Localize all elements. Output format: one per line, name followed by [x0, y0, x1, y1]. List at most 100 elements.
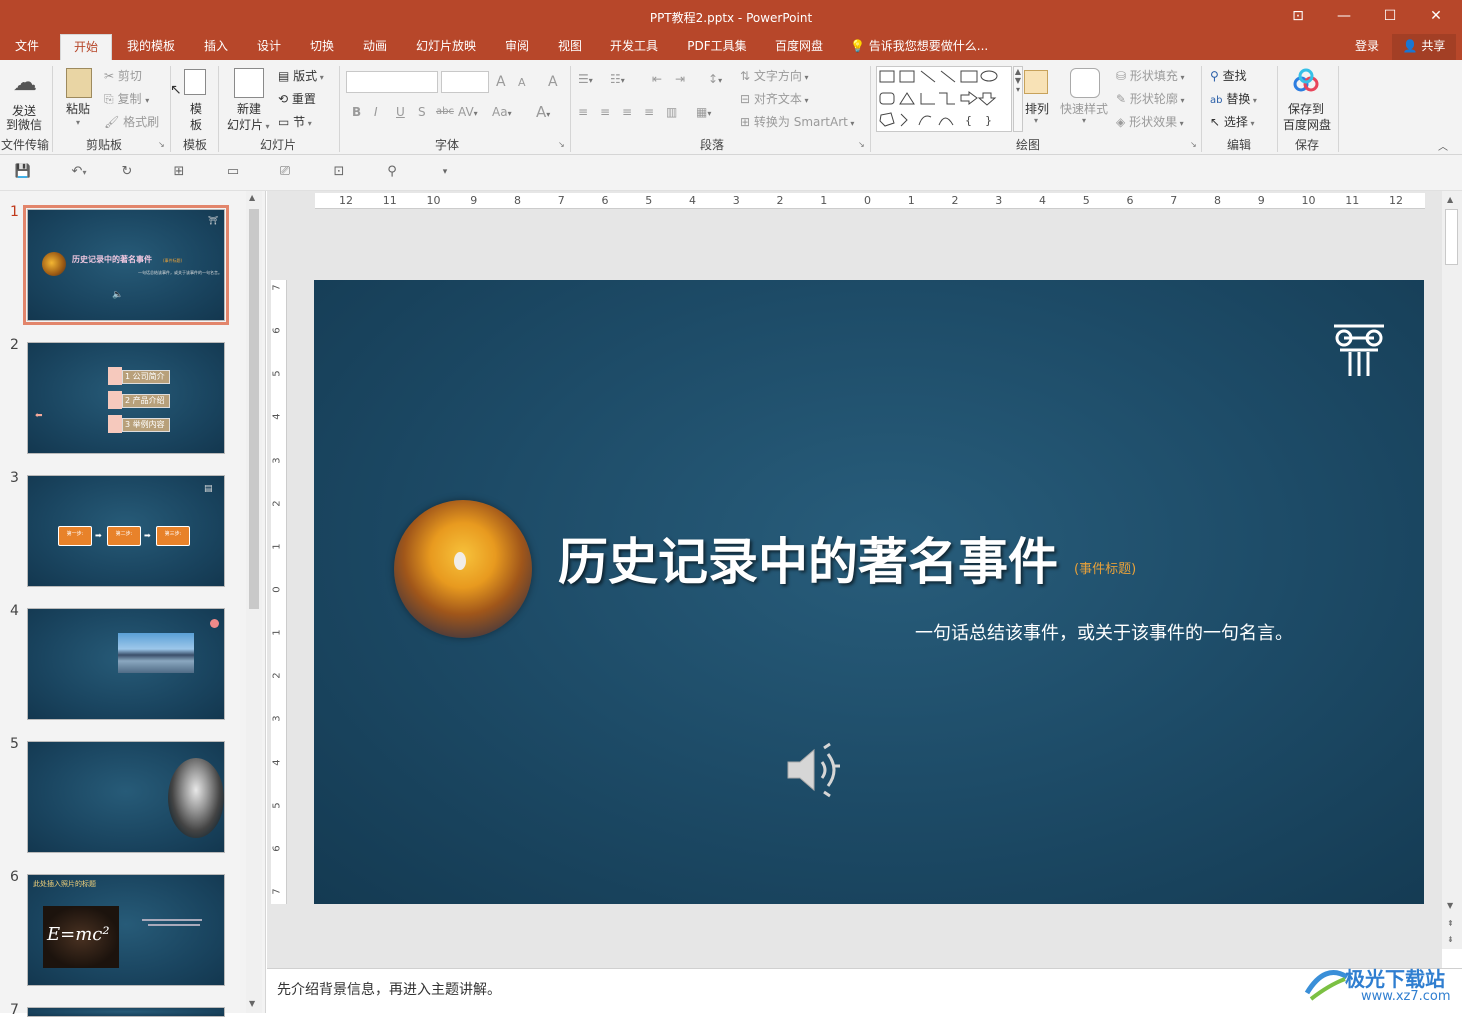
- replace-button[interactable]: ab 替换 ▾: [1210, 90, 1257, 107]
- template-button-1[interactable]: 模: [190, 100, 202, 117]
- slide-canvas[interactable]: 历史记录中的著名事件 (事件标题) 一句话总结该事件，或关于该事件的一句名言。: [314, 280, 1424, 904]
- line-spacing-button[interactable]: ↕▾: [708, 72, 722, 86]
- redo-icon[interactable]: ↻: [118, 164, 136, 180]
- present-from-start-icon[interactable]: ⎚: [276, 164, 294, 180]
- distribute-button[interactable]: ▥: [666, 105, 677, 119]
- italic-button[interactable]: I: [374, 105, 378, 119]
- reset-button[interactable]: ⟲ 重置: [278, 90, 316, 107]
- slide-thumbnail-5[interactable]: [27, 741, 225, 853]
- clipboard-launcher-icon[interactable]: ↘: [158, 140, 165, 149]
- slide-thumbnail-3[interactable]: 第一步: ➡ 第二步: ➡ 第三步: ▤: [27, 475, 225, 587]
- quick-styles-icon[interactable]: [1070, 68, 1100, 98]
- strikethrough-button[interactable]: abc: [436, 106, 454, 117]
- paste-icon[interactable]: [66, 68, 92, 98]
- scroll-thumb[interactable]: [249, 209, 259, 609]
- new-slide-icon[interactable]: [234, 68, 264, 98]
- char-spacing-button[interactable]: AV▾: [458, 105, 478, 119]
- text-direction-button[interactable]: ⇅ 文字方向 ▾: [740, 67, 808, 84]
- paste-dropdown-icon[interactable]: ▾: [76, 118, 80, 127]
- quick-styles-button[interactable]: 快速样式: [1060, 100, 1108, 117]
- paragraph-launcher-icon[interactable]: ↘: [858, 140, 865, 149]
- arrange-button[interactable]: 排列: [1025, 100, 1049, 117]
- slide-thumbnail-6[interactable]: 此处插入照片的标题 E=mc²: [27, 874, 225, 986]
- tab-home[interactable]: 开始: [60, 34, 112, 60]
- bullets-button[interactable]: ☰▾: [578, 72, 593, 86]
- shapes-gallery[interactable]: {}: [876, 66, 1012, 132]
- change-case-button[interactable]: Aa▾: [492, 105, 512, 119]
- customize-qat-icon[interactable]: ▾: [436, 164, 454, 180]
- underline-button[interactable]: U: [396, 105, 405, 119]
- shape-fill-button[interactable]: ⛁ 形状填充 ▾: [1116, 67, 1184, 84]
- notes-pane[interactable]: 先介绍背景信息，再进入主题讲解。 极光下载站 www.xz7.com: [267, 967, 1462, 1013]
- notes-text[interactable]: 先介绍背景信息，再进入主题讲解。: [277, 979, 501, 999]
- slide-title-tag[interactable]: (事件标题): [1074, 558, 1136, 577]
- tab-developer[interactable]: 开发工具: [601, 34, 667, 60]
- align-center-button[interactable]: ≡: [600, 105, 610, 119]
- columns-button[interactable]: ▦▾: [696, 105, 711, 119]
- tab-insert[interactable]: 插入: [194, 34, 238, 60]
- slide-subtitle[interactable]: 一句话总结该事件，或关于该事件的一句名言。: [915, 619, 1293, 645]
- slide-thumbnail-2[interactable]: 1 公司简介 2 产品介绍 3 举例内容 ⬅: [27, 342, 225, 454]
- new-slide-qat-icon[interactable]: ⊞: [170, 164, 188, 180]
- align-right-button[interactable]: ≡: [622, 105, 632, 119]
- scroll-down-icon[interactable]: ▼: [1447, 901, 1453, 910]
- wechat-send-icon[interactable]: ☁: [8, 68, 42, 102]
- save-to-netdisk-label-1[interactable]: 保存到: [1288, 100, 1324, 117]
- scroll-up-icon[interactable]: ▲: [249, 193, 255, 202]
- tab-transitions[interactable]: 切换: [300, 34, 344, 60]
- editor-scrollbar[interactable]: ▲ ▼ ⇞ ⇟: [1442, 191, 1462, 949]
- new-slide-label-2[interactable]: 幻灯片 ▾: [227, 116, 270, 133]
- clear-format-button[interactable]: A: [548, 74, 558, 90]
- quick-styles-dropdown-icon[interactable]: ▾: [1082, 116, 1086, 125]
- maximize-button[interactable]: ☐: [1367, 0, 1413, 34]
- slide-title[interactable]: 历史记录中的著名事件: [558, 522, 1058, 594]
- copy-button[interactable]: ⎘ 复制 ▾: [104, 90, 149, 107]
- cut-button[interactable]: ✂ 剪切: [104, 67, 142, 84]
- format-painter-button[interactable]: 🖌 格式刷: [104, 113, 159, 130]
- tab-review[interactable]: 审阅: [495, 34, 539, 60]
- shape-effects-button[interactable]: ◈ 形状效果 ▾: [1116, 113, 1184, 130]
- slide-thumbnail-7[interactable]: [27, 1007, 225, 1017]
- align-text-button[interactable]: ⊟ 对齐文本 ▾: [740, 90, 808, 107]
- drawing-launcher-icon[interactable]: ↘: [1190, 140, 1197, 149]
- minimize-button[interactable]: —: [1321, 0, 1367, 34]
- slide-thumbnail-4[interactable]: [27, 608, 225, 720]
- tab-slideshow[interactable]: 幻灯片放映: [408, 34, 484, 60]
- save-icon[interactable]: 💾: [14, 164, 32, 180]
- tab-my-templates[interactable]: 我的模板: [118, 34, 184, 60]
- textbox-icon[interactable]: ▭: [224, 164, 242, 180]
- template-icon[interactable]: [184, 69, 206, 95]
- align-left-button[interactable]: ≡: [578, 105, 588, 119]
- shadow-button[interactable]: S: [418, 105, 426, 119]
- font-launcher-icon[interactable]: ↘: [558, 140, 565, 149]
- slideshow-icon[interactable]: ⊡: [330, 164, 348, 180]
- bold-button[interactable]: B: [352, 105, 361, 119]
- send-label-2[interactable]: 到微信: [6, 116, 42, 133]
- previous-slide-icon[interactable]: ⇞: [1447, 919, 1454, 928]
- close-button[interactable]: ✕: [1413, 0, 1459, 34]
- shapes-gallery-scroll[interactable]: ▲ ▼ ▾: [1013, 66, 1023, 132]
- tab-view[interactable]: 视图: [548, 34, 592, 60]
- thumbnail-scrollbar[interactable]: ▲ ▼: [246, 191, 262, 1013]
- collapse-ribbon-icon[interactable]: ︿: [1438, 138, 1448, 153]
- slide-thumbnail-1[interactable]: 历史记录中的著名事件 (事件标题) 一句话总结该事件，或关于该事件的一句名言。 …: [23, 205, 229, 325]
- leaf-photo[interactable]: [394, 500, 532, 638]
- shrink-font-button[interactable]: A: [518, 76, 526, 89]
- layout-button[interactable]: ▤ 版式 ▾: [278, 67, 324, 84]
- arrange-icon[interactable]: [1024, 70, 1048, 94]
- numbering-button[interactable]: ☷▾: [610, 72, 625, 86]
- template-button-2[interactable]: 板: [190, 116, 202, 133]
- share-button[interactable]: 👤 共享: [1392, 34, 1456, 60]
- login-link[interactable]: 登录: [1349, 34, 1385, 60]
- section-button[interactable]: ▭ 节 ▾: [278, 113, 312, 130]
- scroll-down-icon[interactable]: ▼: [249, 999, 255, 1008]
- shape-outline-button[interactable]: ✎ 形状轮廓 ▾: [1116, 90, 1184, 107]
- tab-file[interactable]: 文件: [4, 34, 50, 60]
- find-button[interactable]: ⚲ 查找: [1210, 67, 1247, 84]
- ribbon-display-options-icon[interactable]: ⊡: [1275, 0, 1321, 34]
- next-slide-icon[interactable]: ⇟: [1447, 935, 1454, 944]
- grow-font-button[interactable]: A: [496, 74, 506, 90]
- arrange-dropdown-icon[interactable]: ▾: [1034, 116, 1038, 125]
- audio-speaker-icon[interactable]: [784, 742, 844, 798]
- select-button[interactable]: ↖ 选择 ▾: [1210, 113, 1254, 130]
